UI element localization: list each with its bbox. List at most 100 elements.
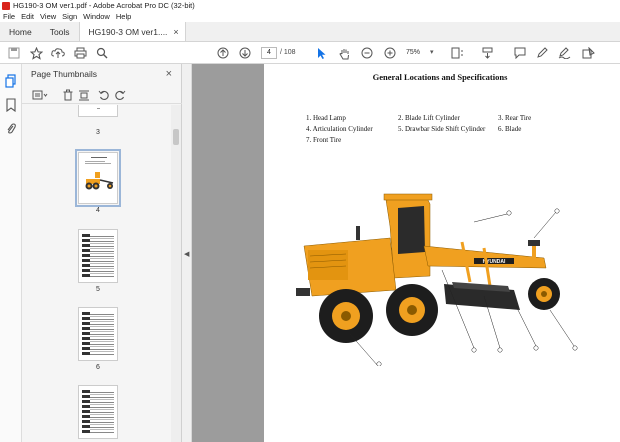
page-total: / 108 [280, 49, 296, 56]
scroll-mode-icon [482, 47, 492, 59]
page-thumbnails-panel: Page Thumbnails × 3 4 5 6 [22, 64, 182, 442]
panel-title: Page Thumbnails [31, 69, 97, 79]
arrow-down-circle-icon [239, 47, 251, 59]
legend-item-3: 3. Rear Tire [498, 114, 532, 122]
upload-button[interactable] [50, 45, 66, 61]
delete-pages-button[interactable] [62, 89, 74, 101]
menu-window[interactable]: Window [83, 12, 110, 21]
pdf-page: General Locations and Specifications 1. … [264, 64, 620, 442]
select-tool-button[interactable] [313, 45, 329, 61]
thumbnail-page-3[interactable] [78, 105, 118, 117]
zoom-out-button[interactable] [359, 45, 375, 61]
pen-icon [537, 47, 548, 58]
motor-grader-illustration: HYUNDAI [296, 193, 578, 366]
printer-icon [74, 47, 86, 59]
comment-icon [514, 47, 526, 59]
window-title-bar: HG190-3 OM ver1.pdf - Adobe Acrobat Pro … [0, 0, 620, 11]
sign-pen-icon [558, 47, 570, 59]
menu-bar: File Edit View Sign Window Help [0, 11, 620, 22]
legend-item-1: 1. Head Lamp [306, 114, 346, 122]
tab-home-label: Home [9, 26, 32, 37]
more-tools-button[interactable] [580, 45, 596, 61]
menu-view[interactable]: View [40, 12, 56, 21]
thumbnail-page-4[interactable] [75, 149, 121, 207]
thumbnail-label-6: 6 [96, 364, 100, 371]
menu-sign[interactable]: Sign [62, 12, 77, 21]
scroll-mode-button[interactable] [478, 45, 496, 61]
tab-bar: Home Tools HG190-3 OM ver1.... × [0, 22, 620, 42]
tab-tools-label: Tools [49, 26, 70, 37]
rotate-ccw-icon [98, 90, 109, 100]
next-page-button[interactable] [237, 45, 253, 61]
thumbnail-page-5[interactable] [78, 229, 118, 283]
cursor-arrow-icon [317, 47, 325, 59]
search-button[interactable] [94, 45, 110, 61]
comment-button[interactable] [512, 45, 528, 61]
attachments-rail-button[interactable] [5, 122, 17, 136]
tab-close-icon[interactable]: × [173, 27, 178, 37]
star-icon [29, 46, 43, 60]
main-toolbar: 4 / 108 75% ▾ [0, 42, 620, 64]
thumbnails-icon [5, 74, 16, 88]
trash-icon [63, 89, 73, 101]
thumbnail-label-5: 5 [96, 286, 100, 293]
menu-help[interactable]: Help [116, 12, 131, 21]
hand-icon [338, 48, 349, 59]
panel-close-icon[interactable]: × [166, 68, 172, 80]
arrow-up-circle-icon [217, 47, 229, 59]
previous-page-button[interactable] [215, 45, 231, 61]
tab-document[interactable]: HG190-3 OM ver1.... × [78, 22, 186, 41]
legend-item-5: 5. Drawbar Side Shift Cylinder [398, 125, 486, 133]
menu-file[interactable]: File [3, 12, 15, 21]
zoom-in-button[interactable] [382, 45, 398, 61]
page-number-input[interactable]: 4 [261, 47, 277, 59]
rear-tire-2 [386, 284, 438, 336]
thumbnail-page-7[interactable] [78, 385, 118, 439]
thumbnail-label-3: 3 [96, 129, 100, 136]
legend-item-4: 4. Articulation Cylinder [306, 125, 373, 133]
bookmarks-rail-button[interactable] [5, 98, 17, 113]
tab-tools[interactable]: Tools [41, 22, 79, 41]
page-display-button[interactable] [448, 45, 466, 61]
scrollbar-thumb[interactable] [173, 129, 179, 145]
rotate-left-button[interactable] [98, 89, 110, 101]
front-tire [528, 278, 560, 310]
panel-header: Page Thumbnails [22, 64, 182, 84]
chevron-down-icon[interactable]: ▾ [430, 48, 434, 56]
highlight-button[interactable] [534, 45, 550, 61]
plus-circle-icon [384, 47, 396, 59]
thumbnail-scrollbar[interactable] [171, 105, 181, 442]
cloud-upload-icon [51, 48, 65, 58]
zoom-level-dropdown[interactable]: 75% [406, 47, 432, 59]
options-menu-icon [32, 90, 48, 100]
save-button[interactable] [6, 45, 22, 61]
tools-icon [582, 47, 595, 59]
rotate-cw-icon [115, 90, 126, 100]
page-thumbnails-rail-button[interactable] [5, 74, 17, 88]
tab-home[interactable]: Home [0, 22, 41, 41]
print-button[interactable] [72, 45, 88, 61]
grader-thumbnail-image [85, 172, 114, 190]
fill-sign-button[interactable] [556, 45, 572, 61]
rotate-right-button[interactable] [114, 89, 126, 101]
hand-tool-button[interactable] [336, 45, 352, 61]
extract-pages-button[interactable] [78, 89, 90, 101]
legend-item-7: 7. Front Tire [306, 136, 342, 144]
window-title: HG190-3 OM ver1.pdf - Adobe Acrobat Pro … [13, 1, 195, 10]
page-split-icon [79, 90, 89, 101]
page-layout-icon [451, 47, 463, 59]
thumbnail-list: 3 4 5 6 [22, 105, 172, 442]
search-icon [96, 47, 108, 59]
legend-item-2: 2. Blade Lift Cylinder [398, 114, 460, 122]
menu-edit[interactable]: Edit [21, 12, 34, 21]
chevron-left-icon: ◀ [184, 251, 190, 258]
thumbnail-options-button[interactable] [32, 89, 48, 101]
panel-collapse-handle[interactable]: ◀ [182, 64, 192, 442]
thumbnail-label-4: 4 [96, 207, 100, 214]
thumbnail-page-6[interactable] [78, 307, 118, 361]
bookmark-star-button[interactable] [28, 45, 44, 61]
bookmark-icon [6, 98, 16, 113]
panel-toolbar [22, 86, 182, 104]
minus-circle-icon [361, 47, 373, 59]
document-view[interactable]: General Locations and Specifications 1. … [192, 64, 620, 442]
